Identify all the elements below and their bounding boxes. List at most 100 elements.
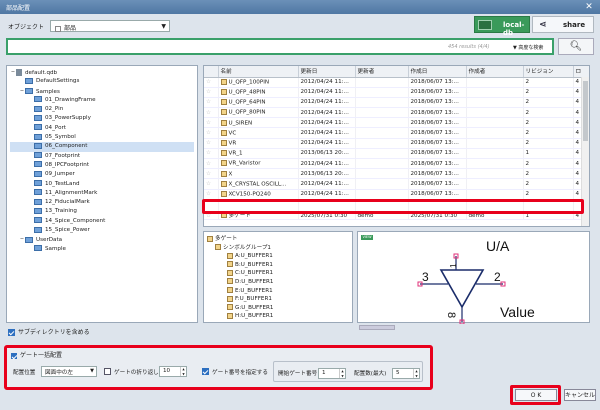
- tree-item[interactable]: 10_TestLand: [10, 180, 194, 189]
- column-header[interactable]: 作成者: [466, 66, 524, 78]
- column-header[interactable]: 更新日: [298, 66, 356, 78]
- placement-select[interactable]: 図面中の左 ▼: [41, 366, 97, 377]
- search-input[interactable]: 454 results (4/4) ▼ 高度な検索: [6, 38, 554, 55]
- star-icon[interactable]: ☆: [204, 148, 219, 160]
- star-icon[interactable]: ☆: [204, 107, 219, 119]
- close-icon[interactable]: ✕: [578, 0, 600, 14]
- star-icon[interactable]: ☆: [204, 189, 219, 200]
- tree-item[interactable]: DefaultSettings: [10, 77, 194, 86]
- table-row[interactable]: ☆ VR_Varistor 2012/04/24 11:... 2018/06/07 …: [204, 158, 589, 170]
- pin-bottom-number: 8: [445, 312, 457, 318]
- table-row[interactable]: ☆ X 2013/06/13 20:... 2018/06/07 13:... 2 4: [204, 168, 589, 180]
- symbol-gate-item[interactable]: D:U_BUFFER1: [207, 278, 349, 287]
- symbol-gate-item[interactable]: H:U_BUFFER1: [207, 312, 349, 321]
- package-icon: [220, 150, 227, 157]
- stepper-arrows-icon[interactable]: ▲ ▼: [413, 369, 419, 378]
- column-header[interactable]: リビジョン: [523, 66, 574, 78]
- column-header[interactable]: [204, 66, 219, 78]
- tree-item[interactable]: Sample: [10, 245, 194, 254]
- tree-item[interactable]: 11_AlignmentMark: [10, 189, 194, 198]
- scrollbar-thumb[interactable]: [583, 81, 588, 141]
- wrap-checkbox[interactable]: [104, 368, 111, 375]
- symbol-gate-item[interactable]: B:U_BUFFER1: [207, 261, 349, 270]
- tree-item[interactable]: 14_Spice_Component: [10, 217, 194, 226]
- stepper-arrows-icon[interactable]: ▲ ▼: [180, 367, 186, 376]
- column-header[interactable]: 作成日: [408, 66, 467, 78]
- table-cell: [355, 87, 409, 98]
- tree-item[interactable]: 05_Symbol: [10, 133, 194, 142]
- tree-item[interactable]: 02_Pin: [10, 105, 194, 114]
- search-button[interactable]: 🔍︎: [558, 38, 594, 55]
- table-row[interactable]: ☆ VC 2012/04/24 11:... 2018/06/07 13:... 2 4: [204, 127, 589, 139]
- star-icon[interactable]: ☆: [204, 199, 219, 220]
- tree-item[interactable]: 08_IPCFootprint: [10, 161, 194, 170]
- specify-number-checkbox[interactable]: [202, 368, 209, 375]
- star-icon[interactable]: ☆: [204, 117, 219, 129]
- symbol-tree-root[interactable]: 多ゲート: [207, 235, 349, 244]
- star-icon[interactable]: ☆: [204, 77, 219, 88]
- max-count-stepper[interactable]: 5 ▲ ▼: [392, 368, 420, 379]
- gate-icon: [227, 304, 233, 311]
- grid-scrollbar[interactable]: [581, 77, 589, 226]
- tree-item[interactable]: 01_DrawingFrame: [10, 96, 194, 105]
- folder-icon: [34, 161, 42, 168]
- tree-item[interactable]: − Samples: [10, 87, 194, 96]
- table-row[interactable]: ☆ X_CRYSTAL OSCILL... 2012/04/24 11:... 201…: [204, 178, 589, 190]
- table-row[interactable]: ☆ 多ゲート 2025/07/31 0:30 demo 2025/07/31 0:30 d…: [204, 199, 589, 220]
- symbol-group[interactable]: シンボルグループ1: [207, 244, 349, 253]
- ok-button[interactable]: O K: [515, 389, 557, 401]
- table-row[interactable]: ☆ VR_1 2013/06/13 20:... 2018/06/07 13:... 1…: [204, 148, 589, 160]
- table-cell: [466, 138, 524, 149]
- include-subdirs-checkbox[interactable]: サブディレクトリを含める: [8, 327, 90, 336]
- object-select[interactable]: 部品 ▼: [50, 20, 170, 32]
- symbol-gate-item[interactable]: C:U_BUFFER1: [207, 269, 349, 278]
- star-icon[interactable]: ☆: [204, 158, 219, 170]
- symbol-tree-label: E:U_BUFFER1: [235, 287, 273, 294]
- db-button[interactable]: local-db: [474, 16, 530, 37]
- tree-item[interactable]: 12_FiducialMark: [10, 198, 194, 207]
- database-icon: [478, 20, 492, 30]
- zoom-control[interactable]: [359, 325, 395, 330]
- tree-item[interactable]: 07_Footprint: [10, 152, 194, 161]
- table-row[interactable]: ☆ U_QFP_48PIN 2012/04/24 11:... 2018/06/07 …: [204, 87, 589, 98]
- share-button[interactable]: ⋖ share: [532, 16, 594, 33]
- tree-item[interactable]: 13_Training: [10, 207, 194, 216]
- tree-item[interactable]: 09_Jumper: [10, 170, 194, 179]
- tree-item[interactable]: 06_Component: [10, 142, 194, 152]
- share-label: share: [563, 21, 586, 29]
- symbol-gate-item[interactable]: F:U_BUFFER1: [207, 295, 349, 304]
- star-icon[interactable]: ☆: [204, 97, 219, 109]
- gate-header-checkbox[interactable]: ゲート一括配置: [11, 350, 62, 359]
- tree-item[interactable]: − UserData: [10, 235, 194, 244]
- cancel-button[interactable]: キャンセル: [564, 389, 596, 401]
- star-icon[interactable]: ☆: [204, 168, 219, 180]
- symbol-tree-label: F:U_BUFFER1: [235, 296, 272, 303]
- table-row[interactable]: ☆ XCV150-PQ240 2012/04/24 11:... 2018/06/07…: [204, 189, 589, 200]
- tree-item[interactable]: 15_Spice_Power: [10, 226, 194, 235]
- table-row[interactable]: ☆ U_SIREN 2012/04/24 11:... 2018/06/07 13:.…: [204, 117, 589, 129]
- star-icon[interactable]: ☆: [204, 178, 219, 190]
- component-grid: 名前 更新日 更新者 作成日 作成者 リビジョンロ ☆ U_QFP_100PIN 2012/0…: [203, 65, 590, 227]
- column-header[interactable]: 更新者: [355, 66, 409, 78]
- table-row[interactable]: ☆ U_QFP_100PIN 2012/04/24 11:... 2018/06/07…: [204, 77, 589, 88]
- symbol-gate-item[interactable]: E:U_BUFFER1: [207, 287, 349, 296]
- column-header[interactable]: 名前: [218, 66, 299, 78]
- symbol-gate-item[interactable]: A:U_BUFFER1: [207, 252, 349, 261]
- wrap-stepper[interactable]: 10 ▲ ▼: [159, 366, 187, 377]
- star-icon[interactable]: ☆: [204, 127, 219, 139]
- tree-item[interactable]: − default.qdb: [10, 68, 194, 77]
- table-row[interactable]: ☆ U_QFP_80PIN 2012/04/24 11:... 2018/06/07 …: [204, 107, 589, 119]
- symbol-gate-item[interactable]: G:U_BUFFER1: [207, 304, 349, 313]
- start-number-stepper[interactable]: 1 ▲ ▼: [318, 368, 346, 379]
- folder-icon: [34, 226, 42, 233]
- stepper-arrows-icon[interactable]: ▲ ▼: [339, 369, 345, 378]
- column-header[interactable]: ロ: [573, 66, 589, 78]
- star-icon[interactable]: ☆: [204, 138, 219, 149]
- table-row[interactable]: ☆ U_QFP_64PIN 2012/04/24 11:... 2018/06/07 …: [204, 97, 589, 109]
- tree-item[interactable]: 04_Port: [10, 124, 194, 133]
- tree-item[interactable]: 03_PowerSupply: [10, 114, 194, 123]
- table-row[interactable]: ☆ VR 2012/04/24 11:... 2018/06/07 13:... 2 4: [204, 138, 589, 149]
- advanced-search-toggle[interactable]: ▼ 高度な検索: [513, 44, 543, 51]
- tree-item-label: 14_Spice_Component: [45, 217, 106, 224]
- star-icon[interactable]: ☆: [204, 87, 219, 98]
